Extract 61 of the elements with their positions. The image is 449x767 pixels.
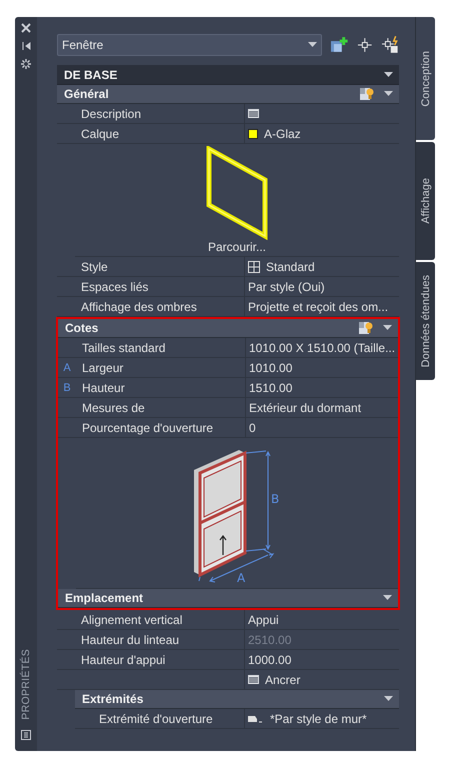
- palette-title: PROPRIÉTÉS: [20, 649, 32, 720]
- property-value[interactable]: 1010.00: [249, 360, 292, 374]
- side-tab[interactable]: Conception: [416, 17, 435, 140]
- group-header[interactable]: Extrémités: [75, 690, 399, 709]
- property-label: Alignement vertical: [81, 612, 182, 626]
- property-value[interactable]: Par style (Oui): [248, 280, 325, 294]
- property-value[interactable]: A-Glaz: [264, 126, 301, 140]
- auto-hide-icon[interactable]: [21, 41, 31, 51]
- object-type-dropdown[interactable]: Fenêtre: [57, 34, 322, 56]
- table-icon[interactable]: [248, 109, 259, 118]
- browse-link[interactable]: Parcourir...: [208, 240, 266, 254]
- dimension-label: A: [236, 571, 245, 583]
- group-header[interactable]: Cotes: [58, 319, 398, 338]
- palette-icon[interactable]: [21, 730, 31, 740]
- caret-icon[interactable]: [384, 72, 393, 78]
- property-label: Calque: [81, 126, 120, 140]
- property-label: Extrémité d'ouverture: [99, 712, 213, 726]
- property-label: Hauteur: [82, 380, 125, 394]
- caret-icon[interactable]: [308, 42, 318, 48]
- wall-end-icon: [248, 714, 264, 722]
- property-label: Pourcentage d'ouverture: [82, 420, 214, 434]
- side-tab[interactable]: Affichage: [416, 142, 435, 260]
- property-value[interactable]: Ancrer: [265, 672, 300, 686]
- side-tab[interactable]: Données étendues: [416, 262, 435, 380]
- property-label: Espaces liés: [81, 280, 148, 294]
- caret-icon[interactable]: [383, 325, 392, 331]
- lightbulb-icon[interactable]: [359, 321, 374, 335]
- property-value[interactable]: Appui: [248, 612, 279, 626]
- property-label: Affichage des ombres: [81, 300, 197, 314]
- property-label: Style: [81, 260, 108, 274]
- grid-icon: [248, 260, 260, 272]
- lightbulb-icon[interactable]: [360, 87, 375, 101]
- group-header[interactable]: Emplacement: [58, 589, 398, 608]
- group-header[interactable]: Général: [57, 85, 399, 104]
- dimension-marker: A: [63, 362, 71, 374]
- caret-icon[interactable]: [383, 595, 392, 601]
- close-icon[interactable]: [21, 23, 31, 33]
- property-value[interactable]: 1510.00: [249, 380, 292, 394]
- category-header[interactable]: DE BASE: [57, 65, 399, 85]
- property-label: Description: [81, 106, 142, 120]
- add-selection-icon[interactable]: [330, 36, 348, 54]
- property-value[interactable]: 0: [249, 420, 256, 434]
- property-label: Hauteur d'appui: [81, 652, 166, 666]
- dimension-marker: B: [63, 382, 71, 394]
- caret-icon[interactable]: [384, 91, 393, 97]
- dimension-label: B: [270, 492, 279, 506]
- property-label: Mesures de: [82, 400, 145, 414]
- property-value[interactable]: Standard: [266, 260, 315, 274]
- table-icon[interactable]: [248, 675, 259, 684]
- crosshair-icon[interactable]: [356, 36, 374, 54]
- property-label: Hauteur du linteau: [81, 632, 180, 646]
- property-value[interactable]: Extérieur du dormant: [249, 400, 362, 414]
- property-label: Largeur: [82, 360, 124, 374]
- settings-icon[interactable]: [21, 59, 31, 69]
- property-value[interactable]: *Par style de mur*: [270, 712, 367, 726]
- property-value[interactable]: Projette et reçoit des om...: [248, 300, 388, 314]
- quick-select-icon[interactable]: [381, 36, 399, 54]
- property-value[interactable]: 1000.00: [248, 652, 292, 666]
- property-value[interactable]: 1010.00 X 1510.00 (Taille...: [249, 340, 396, 354]
- property-label: Tailles standard: [82, 340, 166, 354]
- caret-icon[interactable]: [384, 696, 393, 702]
